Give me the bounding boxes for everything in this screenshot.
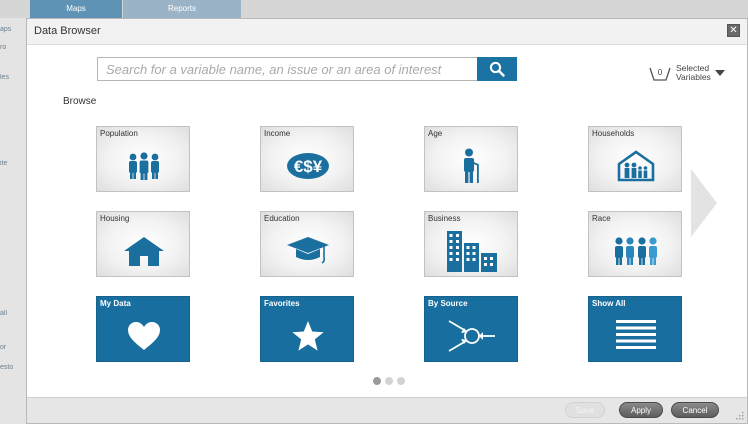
heart-icon [128, 322, 160, 350]
race-icon [615, 237, 657, 265]
dialog-title: Data Browser [34, 25, 101, 37]
selected-count: 0 [657, 68, 663, 77]
close-icon: ✕ [729, 24, 738, 36]
sidebar-fragment: les [0, 74, 9, 81]
page-dot-1[interactable] [373, 377, 381, 385]
tile-label: Favorites [264, 299, 300, 308]
tile-label: Households [592, 129, 635, 138]
dialog-footer: Save Apply Cancel [27, 397, 747, 423]
apply-button[interactable]: Apply [619, 402, 663, 418]
population-icon [129, 152, 159, 180]
tab-reports[interactable]: Reports [123, 0, 241, 18]
browse-heading: Browse [63, 96, 97, 107]
chevron-down-icon [715, 70, 725, 76]
search-bar [97, 57, 517, 81]
tile-race[interactable]: Race [588, 211, 682, 277]
app-top-bar: Maps Reports [0, 0, 748, 18]
tile-by-source[interactable]: By Source [424, 296, 518, 362]
housing-icon [124, 237, 164, 266]
tile-label: Race [592, 214, 611, 223]
tile-education[interactable]: Education [260, 211, 354, 277]
tile-label: Population [100, 129, 138, 138]
source-icon [448, 320, 495, 352]
sidebar-fragment: or [0, 344, 7, 351]
tile-my-data[interactable]: My Data [96, 296, 190, 362]
search-button[interactable] [477, 57, 517, 81]
tile-business[interactable]: Business [424, 211, 518, 277]
business-icon [447, 231, 497, 272]
next-page-arrow[interactable] [691, 169, 717, 237]
education-icon [287, 237, 329, 264]
tile-population[interactable]: Population [96, 126, 190, 192]
age-icon [464, 148, 479, 183]
close-button[interactable]: ✕ [727, 24, 740, 37]
dialog-titlebar[interactable]: Data Browser ✕ [27, 19, 747, 45]
tab-maps[interactable]: Maps [30, 0, 122, 18]
tile-households[interactable]: Households [588, 126, 682, 192]
selected-variables-label: Selected Variables [676, 63, 711, 82]
tile-housing[interactable]: Housing [96, 211, 190, 277]
cancel-button[interactable]: Cancel [671, 402, 719, 418]
app-sidebar: aps ro les ite all or esto [0, 18, 26, 424]
tile-income[interactable]: Income €$¥ [260, 126, 354, 192]
resize-grip-icon[interactable] [736, 412, 744, 420]
tile-label: Income [264, 129, 291, 138]
tile-label: Business [428, 214, 461, 223]
page-dot-2[interactable] [385, 377, 393, 385]
households-icon [617, 150, 655, 182]
data-browser-dialog: Data Browser ✕ 0 Selected Variables Brow… [26, 18, 748, 424]
tile-favorites[interactable]: Favorites [260, 296, 354, 362]
save-button[interactable]: Save [565, 402, 605, 418]
sidebar-fragment: aps [0, 26, 12, 33]
tile-label: Education [264, 214, 300, 223]
list-icon [616, 320, 656, 349]
tile-label: By Source [428, 299, 468, 308]
search-icon [489, 61, 505, 77]
sidebar-fragment: esto [0, 364, 14, 371]
sidebar-fragment: ro [0, 44, 7, 51]
page-dot-3[interactable] [397, 377, 405, 385]
sidebar-fragment: all [0, 310, 8, 317]
income-icon: €$¥ [287, 153, 329, 179]
tile-label: Age [428, 129, 443, 138]
search-input[interactable] [97, 57, 477, 81]
pagination-dots [373, 377, 413, 387]
tile-show-all[interactable]: Show All [588, 296, 682, 362]
sidebar-fragment: ite [0, 160, 8, 167]
tile-label: Housing [100, 214, 130, 223]
tile-label: Show All [592, 299, 626, 308]
tile-age[interactable]: Age [424, 126, 518, 192]
tile-label: My Data [100, 299, 131, 308]
selected-variables-dropdown[interactable]: 0 Selected Variables [647, 63, 727, 87]
svg-text:€$¥: €$¥ [294, 157, 323, 176]
star-icon [292, 321, 324, 351]
